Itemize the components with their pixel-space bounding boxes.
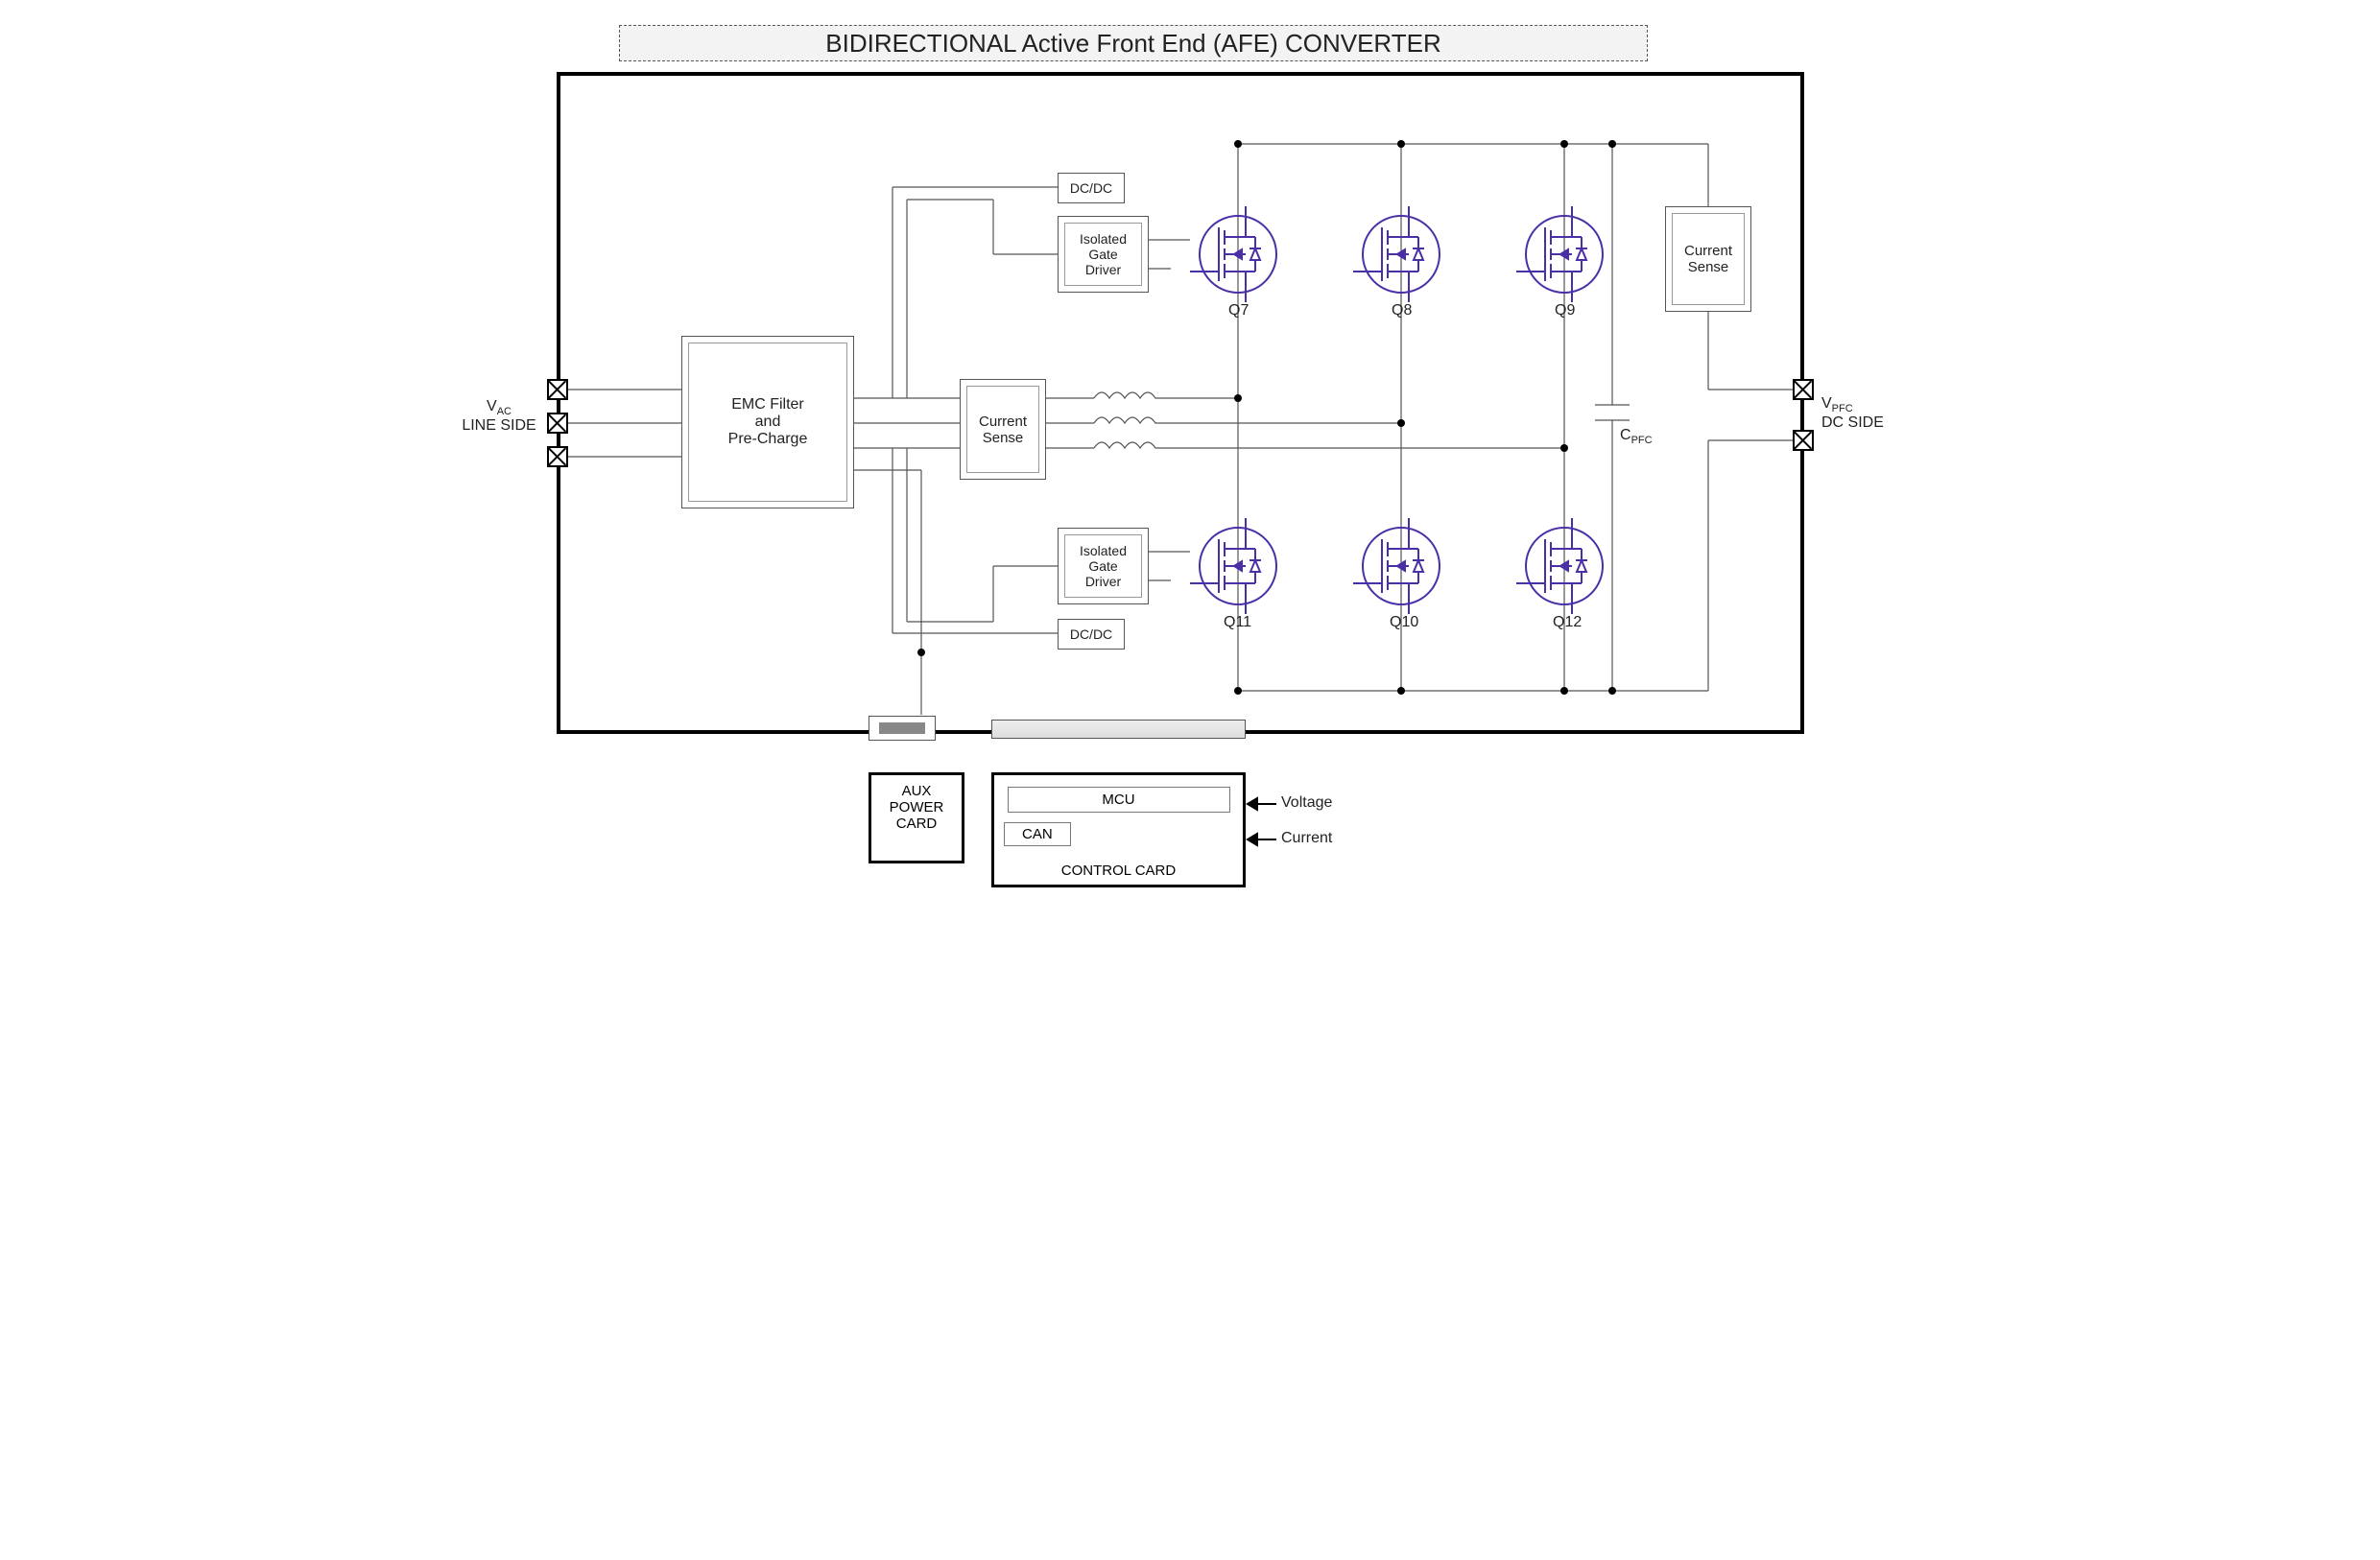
aux-connector (869, 716, 936, 741)
control-connector (991, 720, 1246, 739)
node (917, 649, 925, 656)
line-side-label: LINE SIDE (462, 417, 536, 434)
can-block: CAN (1004, 822, 1071, 846)
voltage-label: Voltage (1281, 794, 1332, 812)
q11-label: Q11 (1224, 614, 1251, 631)
control-card: MCU CAN CONTROL CARD (991, 772, 1246, 887)
q12-label: Q12 (1553, 614, 1582, 631)
ac-port-label: VAC LINE SIDE (451, 398, 547, 435)
current-label: Current (1281, 830, 1332, 847)
cpfc-label: CPFC (1620, 427, 1653, 446)
vac-sub: AC (497, 406, 512, 417)
ac-terminal-3 (547, 446, 568, 467)
node (1608, 140, 1616, 148)
gate-driver-top: Isolated Gate Driver (1058, 216, 1149, 293)
ac-terminal-1 (547, 379, 568, 400)
dc-port-label: VPFC DC SIDE (1821, 395, 1917, 432)
current-sense-out: Current Sense (1665, 206, 1751, 312)
node (1397, 140, 1405, 148)
dc-terminal-2 (1793, 430, 1814, 451)
diagram-canvas: BIDIRECTIONAL Active Front End (AFE) CON… (480, 19, 1900, 950)
gate-driver-bottom: Isolated Gate Driver (1058, 528, 1149, 604)
node (1234, 140, 1242, 148)
node (1234, 687, 1242, 695)
gate-driver-top-label: Isolated Gate Driver (1064, 223, 1142, 286)
ac-terminal-2 (547, 413, 568, 434)
node (1397, 687, 1405, 695)
emc-filter-label: EMC Filter and Pre-Charge (688, 343, 847, 502)
dcdc-top-label: DC/DC (1070, 180, 1112, 196)
dc-side-label: DC SIDE (1821, 414, 1884, 431)
mcu-block: MCU (1008, 787, 1230, 813)
dcdc-top: DC/DC (1058, 173, 1125, 203)
node (1397, 419, 1405, 427)
q9-label: Q9 (1555, 302, 1575, 319)
node (1560, 140, 1568, 148)
vpfc-v: V (1821, 395, 1832, 412)
current-sense-in-label: Current Sense (966, 386, 1039, 473)
node (1560, 687, 1568, 695)
cpfc-c: C (1620, 427, 1631, 443)
aux-power-card: AUX POWER CARD (869, 772, 964, 863)
dc-terminal-1 (1793, 379, 1814, 400)
dcdc-bottom-label: DC/DC (1070, 626, 1112, 642)
dcdc-bottom: DC/DC (1058, 619, 1125, 650)
vpfc-sub: PFC (1832, 403, 1853, 414)
emc-filter-block: EMC Filter and Pre-Charge (681, 336, 854, 508)
q10-label: Q10 (1390, 614, 1418, 631)
current-sense-out-label: Current Sense (1672, 213, 1745, 305)
cpfc-sub: PFC (1631, 435, 1653, 446)
gate-driver-bottom-label: Isolated Gate Driver (1064, 534, 1142, 598)
node (1608, 687, 1616, 695)
q7-label: Q7 (1228, 302, 1249, 319)
control-card-title: CONTROL CARD (994, 863, 1243, 879)
current-sense-in: Current Sense (960, 379, 1046, 480)
node (1560, 444, 1568, 452)
node (1234, 394, 1242, 402)
diagram-title: BIDIRECTIONAL Active Front End (AFE) CON… (619, 25, 1648, 61)
q8-label: Q8 (1392, 302, 1412, 319)
vac-v: V (487, 398, 497, 414)
